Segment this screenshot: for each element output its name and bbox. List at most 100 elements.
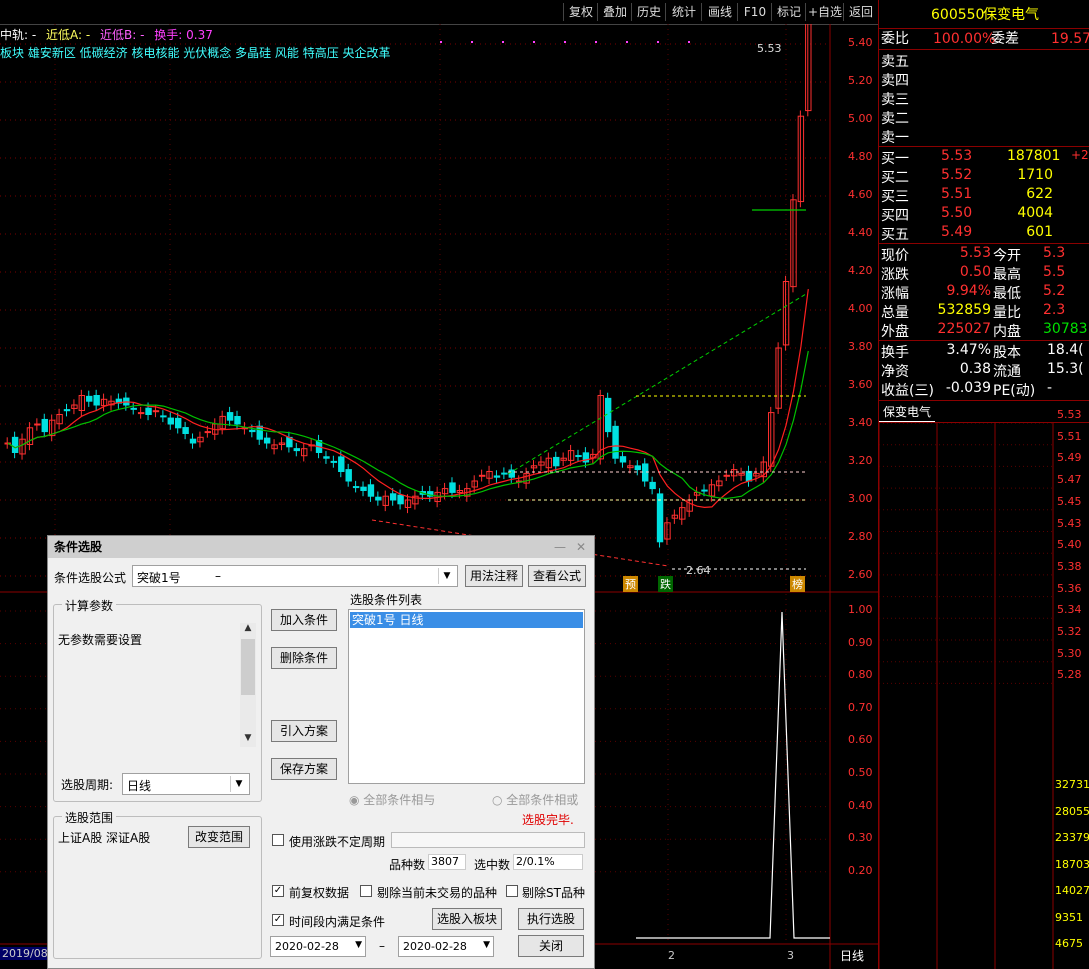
- yu-marker: 预: [623, 576, 638, 592]
- toolbar-fuquan-button[interactable]: 复权: [563, 3, 598, 21]
- date-to-picker[interactable]: 2020-02-28 ▼: [398, 936, 494, 957]
- condition-list-item[interactable]: 突破1号 日线: [350, 612, 583, 628]
- dialog-titlebar[interactable]: 条件选股 — ✕: [48, 536, 594, 558]
- toolbar-stats-button[interactable]: 统计: [665, 3, 702, 21]
- stat-label: 净资: [881, 364, 909, 380]
- count-value: 3807: [428, 854, 466, 870]
- status-text: 选股完毕.: [522, 813, 574, 827]
- chevron-down-icon[interactable]: ▼: [355, 940, 362, 950]
- uncertain-period-checkbox[interactable]: [272, 834, 284, 846]
- radio-or[interactable]: ○ 全部条件相或: [492, 791, 578, 808]
- die-marker: 跌: [658, 576, 673, 592]
- toolbar-f10-button[interactable]: F10: [737, 3, 772, 21]
- start-date-label: 2019/08: [0, 947, 50, 960]
- indicator-tick: 0.20: [848, 863, 873, 877]
- buy-price: 5.52: [941, 167, 973, 183]
- sell-level-label: 卖四: [881, 73, 909, 89]
- price-tick: 2.60: [848, 568, 873, 581]
- price-tick: 5.40: [848, 36, 873, 49]
- execute-button[interactable]: 执行选股: [518, 908, 584, 930]
- toolbar-history-button[interactable]: 历史: [631, 3, 666, 21]
- period-select[interactable]: 日线 ▼: [122, 773, 250, 795]
- stat-label: 股本: [993, 345, 1021, 361]
- indicator-tick: 0.30: [848, 831, 873, 845]
- stat-value: 9.94%: [946, 283, 991, 299]
- delete-condition-button[interactable]: 删除条件: [271, 647, 337, 669]
- stat-value: 15.3(: [1047, 361, 1084, 377]
- toolbar-add-favorite-button[interactable]: +自选: [805, 3, 844, 21]
- price-tick: 4.40: [848, 226, 873, 239]
- formula-select[interactable]: 突破1号 – ▼: [132, 565, 458, 587]
- minute-volume-tick: 32731: [1055, 778, 1089, 791]
- exclude-st-checkbox[interactable]: [506, 885, 518, 897]
- date-tick-3: 3: [787, 949, 794, 962]
- indicator-turnover: 换手: 0.37: [154, 28, 213, 42]
- price-tick: 3.60: [848, 378, 873, 391]
- progress-bar: [391, 832, 585, 848]
- concept-tags: 板块 雄安新区 低碳经济 核电核能 光伏概念 多晶硅 风能 特高压 央企改革: [0, 46, 391, 60]
- prefq-checkbox[interactable]: ✓: [272, 885, 284, 897]
- minute-volume-tick: 9351: [1055, 910, 1083, 924]
- period-label: 选股周期:: [61, 778, 114, 792]
- condition-list-label: 选股条件列表: [350, 593, 423, 607]
- add-condition-button[interactable]: 加入条件: [271, 609, 337, 631]
- high-price-label: 5.53: [757, 42, 782, 55]
- exclude-notrade-checkbox[interactable]: [360, 885, 372, 897]
- buy-price: 5.50: [941, 205, 973, 221]
- buy-level-label: 买四: [881, 208, 909, 224]
- stat-value: 532859: [937, 302, 991, 318]
- stat-value: 5.3: [1043, 245, 1066, 261]
- toolbar-overlay-button[interactable]: 叠加: [597, 3, 632, 21]
- price-tick: 4.60: [848, 188, 873, 201]
- price-tick: 3.80: [848, 340, 873, 353]
- radio-and[interactable]: ◉ 全部条件相与: [349, 791, 435, 808]
- quote-panel: 600550 保变电气 委比 100.00% 委差 19.57 卖五 卖四 卖三 卖二…: [878, 0, 1089, 969]
- buy-level-label: 买二: [881, 170, 909, 186]
- sell-level-label: 卖五: [881, 54, 909, 70]
- scroll-thumb[interactable]: [241, 639, 255, 695]
- save-plan-button[interactable]: 保存方案: [271, 758, 337, 780]
- view-formula-button[interactable]: 查看公式: [528, 565, 586, 587]
- scroll-up-icon[interactable]: ▲: [240, 623, 256, 637]
- minute-price-tick: 5.34: [1057, 603, 1082, 617]
- import-plan-button[interactable]: 引入方案: [271, 720, 337, 742]
- indicator-tick: 0.90: [848, 635, 873, 649]
- stat-value: 5.53: [959, 245, 991, 261]
- timerange-checkbox[interactable]: ✓: [272, 914, 284, 926]
- formula-value: 突破1号: [137, 571, 181, 585]
- close-icon[interactable]: ✕: [576, 536, 586, 558]
- dialog-title: 条件选股: [54, 540, 103, 554]
- scroll-down-icon[interactable]: ▼: [240, 733, 256, 747]
- stock-name: 保变电气: [983, 7, 1039, 23]
- price-tick: 5.00: [848, 112, 873, 125]
- stat-value: 225027: [937, 321, 991, 337]
- stat-label: 涨幅: [881, 286, 909, 302]
- minute-price-tick: 5.32: [1057, 625, 1082, 638]
- price-tick: 3.20: [848, 454, 873, 467]
- toolbar-mark-button[interactable]: 标记: [771, 3, 806, 21]
- indicator-header: 中轨: - 近低A: - 近低B: - 换手: 0.37: [0, 26, 213, 43]
- toolbar-draw-button[interactable]: 画线: [701, 3, 738, 21]
- minute-chart-tab[interactable]: 保变电气: [879, 403, 936, 423]
- period-label[interactable]: 日线: [840, 947, 864, 964]
- change-range-button[interactable]: 改变范围: [188, 826, 250, 848]
- date-from-picker[interactable]: 2020-02-28 ▼: [270, 936, 366, 957]
- to-block-button[interactable]: 选股入板块: [432, 908, 502, 930]
- selected-value: 2/0.1%: [513, 854, 583, 870]
- indicator-tick: 1.00: [848, 603, 873, 616]
- minimize-icon[interactable]: —: [554, 536, 566, 558]
- close-button[interactable]: 关闭: [518, 935, 584, 957]
- buy-price: 5.53: [941, 148, 973, 164]
- usage-note-button[interactable]: 用法注释: [465, 565, 523, 587]
- stat-value: 30783: [1043, 321, 1088, 337]
- minute-volume-tick: 23379: [1055, 831, 1089, 844]
- condition-list[interactable]: 突破1号 日线: [348, 609, 585, 784]
- chevron-down-icon[interactable]: ▼: [438, 568, 455, 584]
- minute-volume-tick: 14027: [1055, 884, 1089, 897]
- chevron-down-icon[interactable]: ▼: [230, 776, 247, 792]
- chevron-down-icon[interactable]: ▼: [483, 940, 490, 950]
- minute-price-tick: 5.49: [1057, 451, 1082, 465]
- stat-label: 最低: [993, 286, 1021, 302]
- params-scrollbar[interactable]: ▲ ▼: [240, 623, 256, 747]
- toolbar-back-button[interactable]: 返回: [843, 3, 879, 21]
